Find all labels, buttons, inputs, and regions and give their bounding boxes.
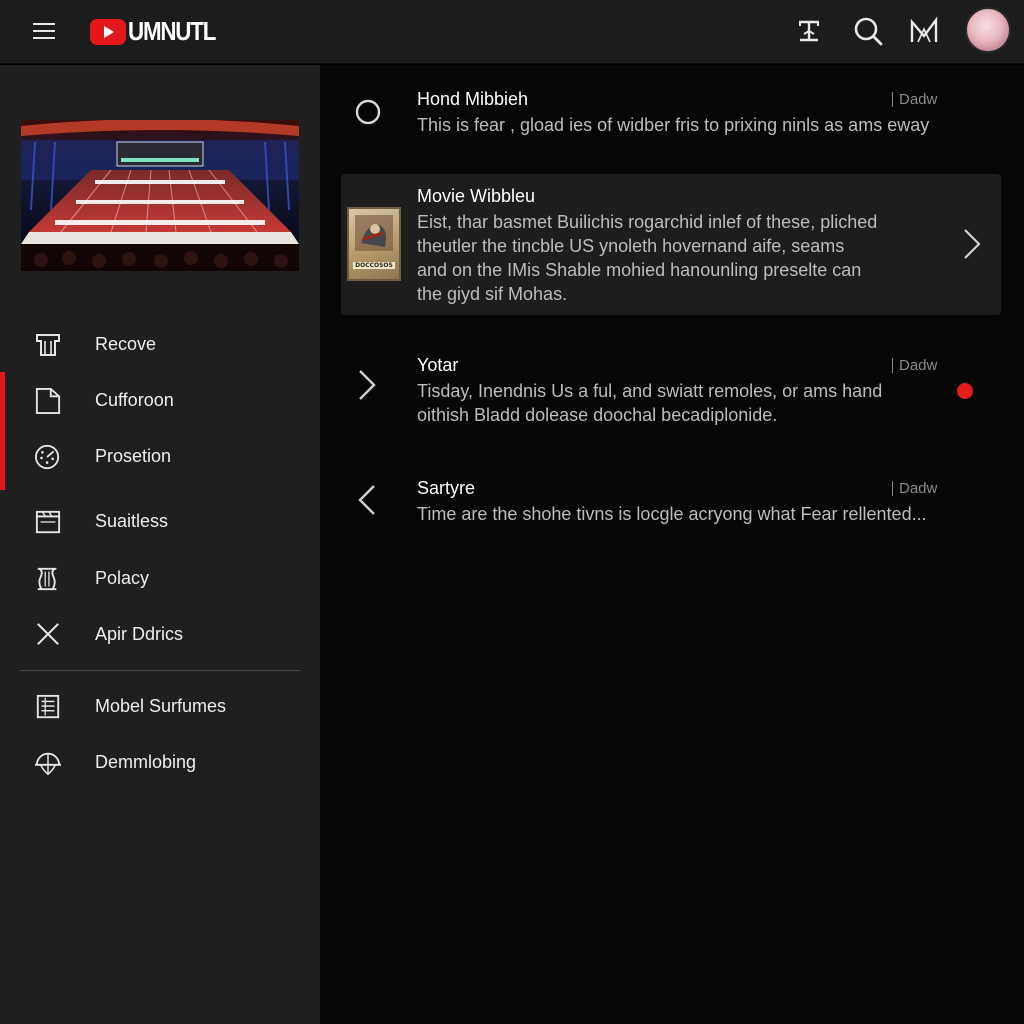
brand-logo[interactable]: UMNUTL [90, 16, 229, 46]
sidebar-item-label: Recove [95, 333, 157, 354]
feed-item-title: Sartyre [417, 478, 476, 498]
feed-item-text: oithish Bladd dolease doochal becadiplon… [417, 405, 778, 425]
poster-caption: DOCCOSOS [353, 262, 395, 269]
menu-icon[interactable] [22, 18, 66, 46]
gauge-icon [35, 444, 60, 470]
sidebar: Recove Cufforoon Prosetion Suaitless Pol… [0, 65, 320, 1024]
feed-item[interactable]: Hond Mibbieh Dadw This is fear , gload i… [341, 81, 1001, 151]
play-logo-icon [90, 18, 126, 45]
file-icon [35, 388, 61, 414]
sidebar-item-apir-ddrics[interactable]: Apir Ddrics [0, 612, 320, 656]
sidebar-item-cufforoon[interactable]: Cufforoon [0, 378, 320, 422]
notification-dot [957, 383, 973, 399]
feed-item[interactable]: Yotar Dadw Tisday, Inendnis Us a ful, an… [341, 344, 1001, 434]
sidebar-item-label: Apir Ddrics [95, 623, 184, 644]
featured-thumbnail[interactable] [21, 120, 299, 271]
sidebar-item-suaitless[interactable]: Suaitless [0, 499, 320, 543]
feed-item-meta: Dadw [892, 358, 937, 373]
sidebar-item-polacy[interactable]: Polacy [0, 556, 320, 600]
sidebar-item-label: Demmlobing [95, 751, 197, 772]
feed-item-title: Yotar [417, 355, 459, 375]
brand-name: UMNUTL [128, 15, 216, 46]
globe-icon [35, 752, 61, 776]
feed-item-meta: Dadw [892, 92, 937, 107]
feed-item-text: Tisday, Inendnis Us a ful, and swiatt re… [417, 381, 883, 401]
movie-poster[interactable]: DOCCOSOS [347, 207, 401, 281]
sidebar-item-label: Cufforoon [95, 389, 174, 410]
circle-icon[interactable] [354, 98, 382, 126]
sidebar-item-mobel-surfumes[interactable]: Mobel Surfumes [0, 684, 320, 728]
feed-item-text: Eist, thar basmet Builichis rogarchid in… [417, 212, 878, 232]
feed-item-text: Time are the shohe tivns is locgle acryo… [417, 504, 927, 524]
brand-m-icon[interactable] [907, 14, 941, 48]
avatar[interactable] [965, 7, 1011, 53]
scroll-icon [37, 567, 57, 591]
feed-panel: Hond Mibbieh Dadw This is fear , gload i… [320, 65, 1024, 1024]
feed-item-text: the giyd sif Mohas. [417, 284, 568, 304]
feed-item-selected[interactable]: DOCCOSOS Movie Wibbleu Eist, thar basmet… [341, 174, 1001, 315]
chevron-left-icon[interactable] [356, 483, 378, 517]
trim-icon[interactable] [792, 14, 826, 48]
sidebar-divider [20, 670, 300, 671]
sidebar-item-demmlobing[interactable]: Demmlobing [0, 740, 320, 784]
list-icon [36, 694, 60, 719]
top-bar: UMNUTL [0, 0, 1024, 64]
feed-item-text: This is fear , gload ies of widber fris … [417, 115, 930, 135]
sidebar-item-label: Prosetion [95, 445, 172, 466]
feed-item-meta: Dadw [892, 481, 937, 496]
shirt-icon [36, 334, 60, 356]
sidebar-item-label: Polacy [95, 567, 150, 588]
feed-item[interactable]: Sartyre Dadw Time are the shohe tivns is… [341, 467, 1001, 537]
search-icon[interactable] [851, 14, 885, 48]
feed-item-title: Movie Wibbleu [417, 186, 536, 206]
sidebar-item-label: Suaitless [95, 510, 169, 531]
sidebar-item-recove[interactable]: Recove [0, 322, 320, 366]
sidebar-item-label: Mobel Surfumes [95, 695, 227, 716]
theater-stage-image [21, 120, 299, 271]
sidebar-item-prosetion[interactable]: Prosetion [0, 434, 320, 478]
feed-item-title: Hond Mibbieh [417, 89, 529, 109]
feed-item-text: theutler the tincble US ynoleth hovernan… [417, 236, 845, 256]
feed-item-text: and on the IMis Shable mohied hanounling… [417, 260, 862, 280]
close-icon [37, 623, 59, 646]
chevron-right-icon[interactable] [356, 368, 378, 402]
clapperboard-icon [35, 510, 61, 534]
chevron-right-icon[interactable] [961, 227, 983, 261]
